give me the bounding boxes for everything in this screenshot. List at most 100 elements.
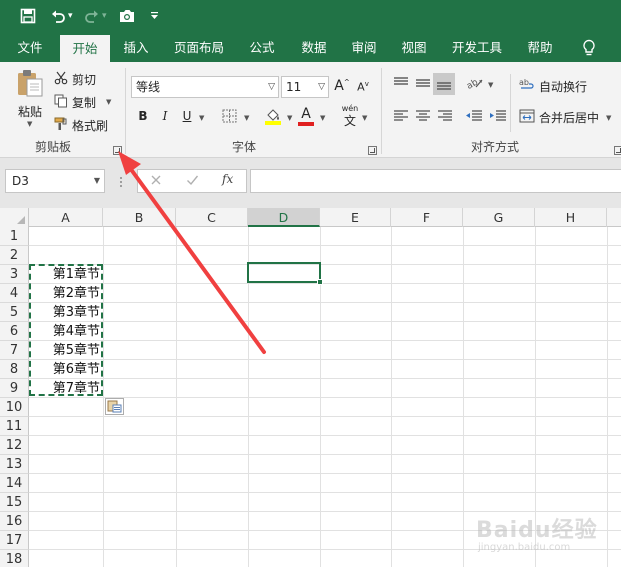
row-header-3[interactable]: 3: [0, 265, 29, 284]
font-color-icon[interactable]: A: [298, 106, 314, 126]
row-header-15[interactable]: 15: [0, 493, 29, 512]
increase-indent-icon[interactable]: [489, 109, 507, 126]
tab-home[interactable]: 开始: [60, 35, 110, 63]
row-header-8[interactable]: 8: [0, 360, 29, 379]
column-header-a[interactable]: A: [29, 208, 103, 227]
formula-input[interactable]: [250, 169, 621, 193]
borders-dropdown-icon[interactable]: ▼: [244, 114, 249, 122]
alignment-dialog-launcher-icon[interactable]: [614, 146, 621, 155]
align-center-icon[interactable]: [415, 109, 431, 126]
gridline-horizontal: [29, 302, 621, 303]
borders-icon[interactable]: [222, 109, 238, 126]
font-size-select[interactable]: 11 ▽: [281, 76, 329, 98]
merge-center-icon: [519, 109, 535, 126]
orientation-icon[interactable]: ab: [465, 75, 484, 94]
row-header-1[interactable]: 1: [0, 227, 29, 246]
formula-bar: D3 ▼ fx: [0, 158, 621, 208]
column-header-h[interactable]: H: [535, 208, 607, 227]
camera-icon[interactable]: [118, 8, 136, 26]
row-header-5[interactable]: 5: [0, 303, 29, 322]
format-painter-button[interactable]: 格式刷: [72, 117, 108, 134]
bold-button[interactable]: B: [136, 109, 150, 123]
phonetic-guide-icon[interactable]: wén 文: [341, 104, 359, 128]
save-icon[interactable]: [20, 8, 36, 26]
phonetic-dropdown-icon[interactable]: ▼: [362, 114, 367, 122]
decrease-indent-icon[interactable]: [465, 109, 483, 126]
tab-page-layout[interactable]: 页面布局: [166, 34, 232, 62]
ribbon-tab-bar: 文件 开始 插入 页面布局 公式 数据 审阅 视图 开发工具 帮助: [0, 34, 621, 63]
row-header-9[interactable]: 9: [0, 379, 29, 398]
customize-quick-access-icon[interactable]: [150, 11, 159, 23]
fill-color-icon[interactable]: [264, 107, 282, 128]
tab-review[interactable]: 审阅: [342, 34, 386, 62]
name-box[interactable]: D3 ▼: [5, 169, 105, 193]
row-header-7[interactable]: 7: [0, 341, 29, 360]
row-header-10[interactable]: 10: [0, 398, 29, 417]
font-name-select[interactable]: 等线 ▽: [131, 76, 279, 98]
row-header-6[interactable]: 6: [0, 322, 29, 341]
insert-function-button[interactable]: fx: [222, 172, 233, 186]
row-header-12[interactable]: 12: [0, 436, 29, 455]
gridline-horizontal: [29, 359, 621, 360]
shrink-font-button[interactable]: Av: [355, 80, 371, 94]
wrap-text-button[interactable]: 自动换行: [539, 78, 587, 95]
font-color-dropdown-icon[interactable]: ▼: [320, 114, 325, 122]
tab-developer[interactable]: 开发工具: [444, 34, 510, 62]
row-header-17[interactable]: 17: [0, 531, 29, 550]
tab-file[interactable]: 文件: [8, 34, 52, 62]
formula-bar-resize-handle[interactable]: [119, 175, 123, 189]
column-header-e[interactable]: E: [320, 208, 391, 227]
column-header-b[interactable]: B: [103, 208, 176, 227]
copy-marquee: [29, 264, 103, 396]
grow-font-button[interactable]: A^: [334, 78, 350, 94]
paste-icon[interactable]: [12, 68, 48, 98]
copy-dropdown-icon[interactable]: ▼: [106, 98, 111, 106]
clipboard-dialog-launcher-icon[interactable]: [113, 146, 122, 155]
undo-icon[interactable]: [50, 8, 66, 26]
fill-color-dropdown-icon[interactable]: ▼: [287, 114, 292, 122]
row-header-18[interactable]: 18: [0, 550, 29, 567]
underline-button[interactable]: U: [180, 109, 194, 123]
gridline-horizontal: [29, 245, 621, 246]
column-header-c[interactable]: C: [176, 208, 248, 227]
scissors-icon: [54, 71, 70, 88]
cut-button[interactable]: 剪切: [72, 71, 96, 88]
shrink-font-icon: A: [357, 80, 365, 94]
lightbulb-icon[interactable]: [582, 39, 596, 57]
pinyin-label: wén: [341, 104, 359, 113]
tab-data[interactable]: 数据: [292, 34, 336, 62]
active-cell-d3[interactable]: [247, 262, 323, 285]
row-header-4[interactable]: 4: [0, 284, 29, 303]
column-header-f[interactable]: F: [391, 208, 463, 227]
row-header-11[interactable]: 11: [0, 417, 29, 436]
tab-help[interactable]: 帮助: [518, 34, 562, 62]
align-left-icon[interactable]: [393, 109, 409, 126]
paste-options-icon[interactable]: [105, 398, 124, 415]
row-header-13[interactable]: 13: [0, 455, 29, 474]
copy-button[interactable]: 复制: [72, 94, 96, 111]
align-top-icon[interactable]: [393, 76, 409, 93]
select-all-button[interactable]: [0, 208, 29, 227]
row-header-16[interactable]: 16: [0, 512, 29, 531]
column-header-g[interactable]: G: [463, 208, 535, 227]
italic-button[interactable]: I: [158, 109, 172, 123]
tab-view[interactable]: 视图: [392, 34, 436, 62]
row-header-14[interactable]: 14: [0, 474, 29, 493]
align-middle-icon[interactable]: [415, 76, 431, 93]
tab-formulas[interactable]: 公式: [240, 34, 284, 62]
row-header-2[interactable]: 2: [0, 246, 29, 265]
paste-dropdown-icon[interactable]: ▼: [27, 120, 32, 128]
fill-handle[interactable]: [317, 279, 323, 285]
orientation-dropdown-icon[interactable]: ▼: [488, 81, 493, 89]
align-bottom-icon[interactable]: [433, 73, 455, 95]
gridline-horizontal: [29, 283, 621, 284]
column-header-d[interactable]: D: [248, 208, 320, 227]
tab-insert[interactable]: 插入: [114, 34, 158, 62]
paste-button[interactable]: 粘贴: [18, 103, 42, 120]
underline-dropdown-icon[interactable]: ▼: [199, 114, 204, 122]
align-right-icon[interactable]: [437, 109, 453, 126]
merge-dropdown-icon[interactable]: ▼: [606, 114, 611, 122]
font-dialog-launcher-icon[interactable]: [368, 146, 377, 155]
merge-center-button[interactable]: 合并后居中: [539, 109, 599, 126]
undo-dropdown-icon[interactable]: ▾: [68, 11, 73, 21]
